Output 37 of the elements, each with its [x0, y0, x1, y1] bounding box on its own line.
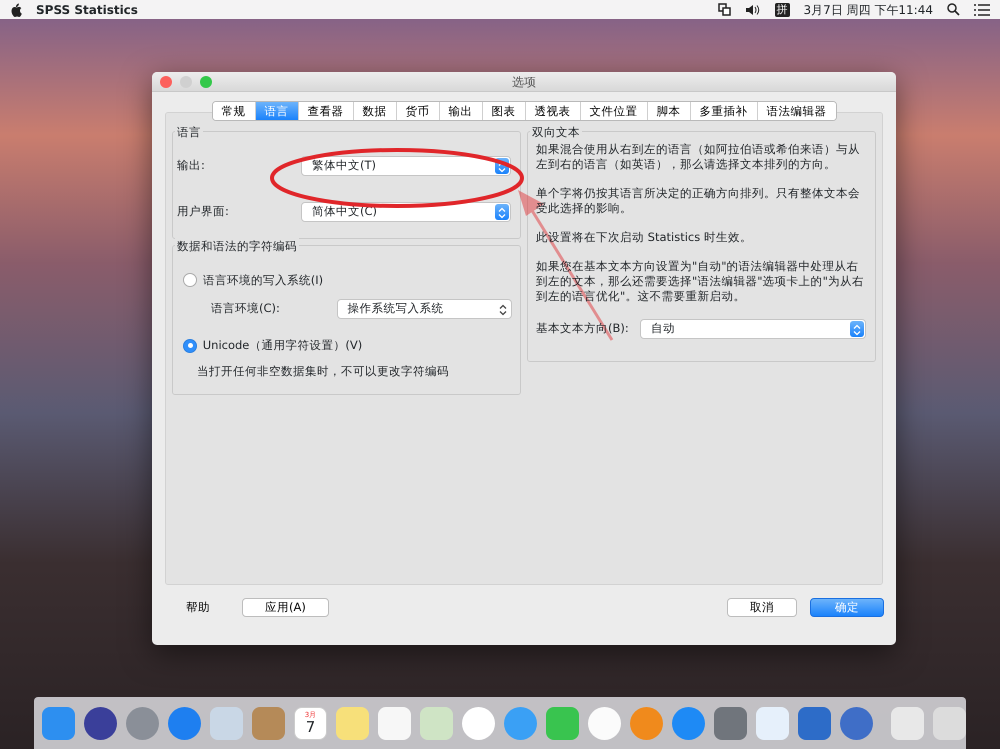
search-icon[interactable]: [947, 3, 960, 16]
field-label: 语言环境(C):: [211, 300, 281, 318]
locale-select[interactable]: 操作系统写入系统: [336, 299, 512, 319]
group-title: 数据和语法的字符编码: [175, 238, 299, 255]
select-value: 自动: [651, 320, 675, 338]
help-button[interactable]: 帮助: [186, 598, 210, 617]
radio-label[interactable]: 语言环境的写入系统(I): [202, 272, 324, 289]
paragraph: 如果混合使用从右到左的语言（如阿拉伯语或希伯来语）与从左到右的语言（如英语），那么请选择文本排列的方向。: [536, 142, 861, 172]
text-direction-select[interactable]: 自动: [640, 319, 866, 339]
radio-button[interactable]: [183, 338, 197, 353]
paragraph: 如果您在基本文本方向设置为"自动"的语法编辑器中处理从右到左的文本，那么还需要选择"语法编辑器"选项卡上的"为从右到左的语言优化"。这不需要重新启动。: [536, 259, 865, 304]
select-value: 操作系统写入系统: [348, 300, 444, 318]
dialog-button[interactable]: 应用(A): [242, 598, 329, 617]
output-language-select[interactable]: 繁体中文(T): [301, 156, 511, 176]
apple-logo-icon[interactable]: [10, 2, 22, 16]
tab[interactable]: 常规: [212, 102, 256, 120]
calendar-day: 7: [306, 718, 316, 736]
radio-label[interactable]: Unicode（通用字符设置）(V): [202, 337, 362, 354]
volume-icon[interactable]: [744, 4, 761, 16]
screen-mirroring-icon[interactable]: [718, 3, 731, 16]
list-icon[interactable]: [974, 4, 990, 16]
field-label: 输出:: [177, 157, 206, 174]
input-method-icon[interactable]: 拼: [774, 2, 790, 16]
encoding-note: 当打开任何非空数据集时，不可以更改字符编码: [196, 363, 450, 380]
menu-bar-clock[interactable]: 3月7日 周四 下午11:44: [804, 0, 933, 18]
field-label: 基本文本方向(B):: [536, 320, 630, 338]
radio-button[interactable]: [183, 273, 197, 288]
paragraph: 单个字将仍按其语言所决定的正确方向排列。只有整体文本会受此选择的影响。: [536, 186, 861, 216]
paragraph: 此设置将在下次启动 Statistics 时生效。: [536, 230, 753, 245]
window-title: 选项: [511, 74, 537, 90]
field-label: 用户界面:: [177, 203, 230, 220]
app-menu-title[interactable]: SPSS Statistics: [36, 0, 138, 18]
select-value: 繁体中文(T): [312, 157, 376, 174]
minimize-button[interactable]: [180, 76, 192, 88]
dialog-button[interactable]: 取消: [727, 598, 797, 617]
close-button[interactable]: [160, 76, 172, 88]
zoom-button[interactable]: [200, 76, 212, 88]
